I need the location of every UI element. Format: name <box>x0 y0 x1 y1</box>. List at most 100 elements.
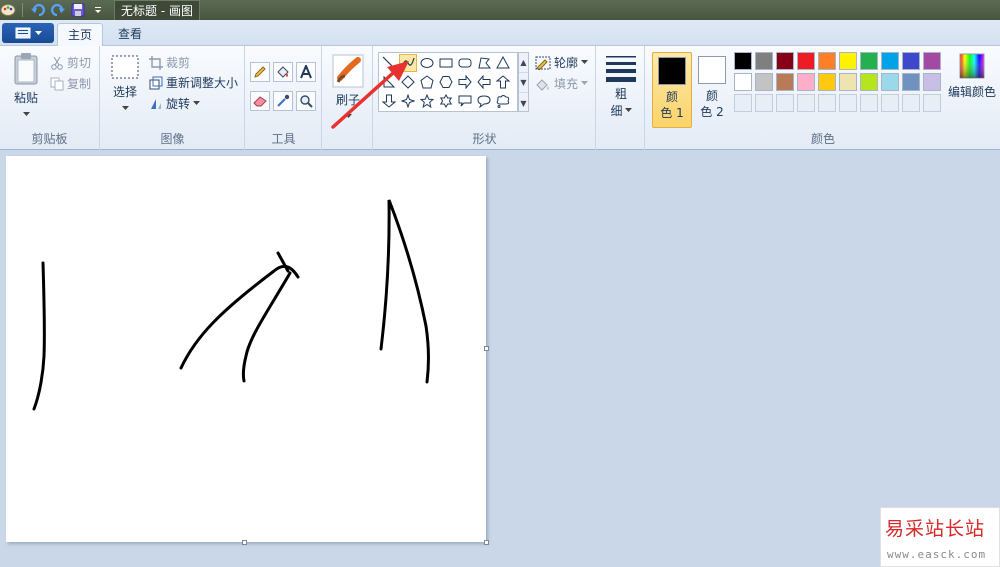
chevron-down-icon <box>22 112 30 116</box>
right-arrow-shape-button[interactable] <box>456 73 474 91</box>
outline-icon <box>535 56 551 70</box>
up-arrow-icon <box>496 75 510 89</box>
palette-color-swatch[interactable] <box>797 73 815 91</box>
eyedropper-icon <box>277 94 290 107</box>
fill-icon <box>536 78 549 91</box>
palette-color-swatch[interactable] <box>839 73 857 91</box>
image-group: 选择 裁剪 重新调整大小 旋转 图像 <box>101 46 245 150</box>
expand-gallery-icon[interactable]: ▼ <box>519 93 528 113</box>
tab-view[interactable]: 查看 <box>108 23 152 46</box>
palette-color-swatch[interactable] <box>839 52 857 70</box>
select-rectangle-icon <box>111 55 139 79</box>
palette-color-swatch[interactable] <box>734 52 752 70</box>
oval-callout-shape-button[interactable] <box>475 92 493 110</box>
text-icon <box>300 65 312 79</box>
palette-empty-swatch[interactable] <box>755 94 773 112</box>
line-width-icon <box>606 56 636 82</box>
color-picker-tool-button[interactable] <box>273 91 293 111</box>
fill-label: 填充 <box>554 77 579 91</box>
polygon-shape-button[interactable] <box>475 54 493 72</box>
scroll-down-icon[interactable]: ▼ <box>519 73 528 93</box>
ribbon-tab-row: 主页 查看 <box>0 20 1000 46</box>
palette-color-swatch[interactable] <box>923 52 941 70</box>
cloud-callout-shape-button[interactable] <box>494 92 512 110</box>
save-icon[interactable] <box>70 2 86 18</box>
cloud-callout-icon <box>496 95 510 108</box>
palette-empty-swatch[interactable] <box>776 94 794 112</box>
palette-color-swatch[interactable] <box>860 73 878 91</box>
copy-button[interactable]: 复制 <box>50 75 91 92</box>
pencil-tool-button[interactable] <box>250 62 270 82</box>
palette-color-swatch[interactable] <box>902 52 920 70</box>
file-menu-button[interactable] <box>2 23 54 43</box>
palette-empty-swatch[interactable] <box>881 94 899 112</box>
hexagon-shape-button[interactable] <box>437 73 455 91</box>
redo-icon[interactable] <box>50 2 66 18</box>
resize-handle-bottom[interactable] <box>242 540 247 545</box>
rotate-button[interactable]: 旋转 <box>149 95 201 112</box>
shapes-gallery-scrollbar[interactable]: ▲ ▼ ▼ <box>518 52 529 112</box>
palette-color-swatch[interactable] <box>881 52 899 70</box>
palette-color-swatch[interactable] <box>797 52 815 70</box>
watermark-title: 易采站长站 <box>885 518 986 540</box>
size-button[interactable]: 粗 细 <box>603 54 639 119</box>
color-2-button[interactable]: 颜 色 2 <box>692 52 732 128</box>
palette-color-swatch[interactable] <box>734 73 752 91</box>
left-arrow-icon <box>477 75 491 89</box>
paste-button[interactable]: 粘贴 <box>6 52 46 120</box>
palette-empty-swatch[interactable] <box>734 94 752 112</box>
tab-home[interactable]: 主页 <box>57 23 104 46</box>
palette-empty-swatch[interactable] <box>839 94 857 112</box>
text-tool-button[interactable] <box>296 62 316 82</box>
color-2-label-line1: 颜 <box>705 89 718 103</box>
cut-button[interactable]: 剪切 <box>50 54 91 71</box>
customize-dropdown-icon[interactable] <box>90 2 106 18</box>
palette-color-swatch[interactable] <box>860 52 878 70</box>
palette-color-swatch[interactable] <box>776 52 794 70</box>
crop-button[interactable]: 裁剪 <box>149 54 190 71</box>
crop-icon <box>149 55 163 70</box>
palette-color-swatch[interactable] <box>755 52 773 70</box>
palette-color-swatch[interactable] <box>818 52 836 70</box>
edit-colors-button[interactable]: 编辑颜色 <box>946 52 998 100</box>
drawing-canvas[interactable] <box>6 156 486 542</box>
paint-app-icon[interactable] <box>0 2 16 18</box>
outline-button[interactable]: 轮廓 <box>535 54 589 71</box>
palette-empty-swatch[interactable] <box>860 94 878 112</box>
scroll-up-icon[interactable]: ▲ <box>519 53 528 73</box>
rectangle-shape-button[interactable] <box>437 54 455 72</box>
palette-empty-swatch[interactable] <box>797 94 815 112</box>
rectangular-callout-shape-button[interactable] <box>456 92 474 110</box>
palette-color-swatch[interactable] <box>755 73 773 91</box>
window-title: 无标题 - 画图 <box>114 0 200 21</box>
palette-color-swatch[interactable] <box>818 73 836 91</box>
palette-color-swatch[interactable] <box>776 73 794 91</box>
rounded-rectangle-shape-button[interactable] <box>456 54 474 72</box>
fill-tool-button[interactable] <box>273 62 293 82</box>
magnifier-icon <box>300 95 313 108</box>
resize-button[interactable]: 重新调整大小 <box>149 74 238 91</box>
undo-icon[interactable] <box>30 2 46 18</box>
polygon-icon <box>478 57 491 69</box>
resize-handle-corner[interactable] <box>484 540 489 545</box>
palette-empty-swatch[interactable] <box>818 94 836 112</box>
rounded-rectangle-icon <box>458 58 472 68</box>
palette-color-swatch[interactable] <box>902 73 920 91</box>
magnifier-tool-button[interactable] <box>296 91 316 111</box>
palette-empty-swatch[interactable] <box>902 94 920 112</box>
six-point-star-shape-button[interactable] <box>437 92 455 110</box>
resize-handle-right[interactable] <box>484 346 489 351</box>
palette-empty-swatch[interactable] <box>923 94 941 112</box>
select-button[interactable]: 选择 <box>107 54 143 114</box>
palette-color-swatch[interactable] <box>881 73 899 91</box>
up-arrow-shape-button[interactable] <box>494 73 512 91</box>
eraser-tool-button[interactable] <box>250 91 270 111</box>
left-arrow-shape-button[interactable] <box>475 73 493 91</box>
color-2-swatch <box>698 56 726 84</box>
quick-access-toolbar <box>0 2 106 18</box>
palette-color-swatch[interactable] <box>923 73 941 91</box>
fill-button[interactable]: 填充 <box>535 75 589 92</box>
colors-group-label: 颜色 <box>810 132 835 146</box>
triangle-shape-button[interactable] <box>494 54 512 72</box>
color-1-button[interactable]: 颜 色 1 <box>652 52 692 128</box>
